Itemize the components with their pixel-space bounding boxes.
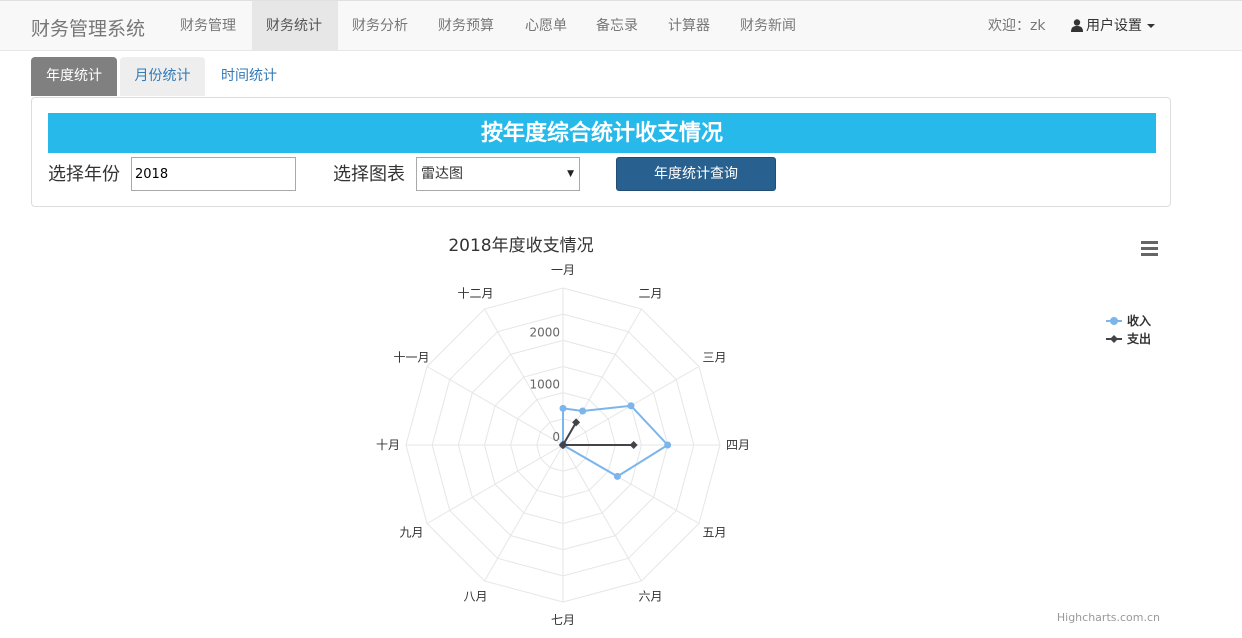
axis-label: 十一月 <box>393 351 429 365</box>
tab-month-statistics[interactable]: 月份统计 <box>120 57 205 96</box>
data-point <box>627 402 635 410</box>
series-line-expense <box>561 421 634 446</box>
chart-credit: Highcharts.com.cn <box>1057 611 1160 624</box>
nav-item-wishlist[interactable]: 心愿单 <box>511 1 581 51</box>
legend-label: 收入 <box>1127 313 1151 328</box>
nav-item-calculator[interactable]: 计算器 <box>654 1 724 51</box>
radar-chart: 2018年度收支情况一月二月三月四月五月六月七月 八月 九月 十月 十一月 十二月 0 100… <box>0 215 1242 638</box>
axis-label: 十月 <box>376 438 400 452</box>
chart-title: 2018年度收支情况 <box>448 236 593 256</box>
data-point <box>613 472 621 480</box>
tick-label: 2000 <box>529 325 560 339</box>
welcome-text: 欢迎：zk <box>988 18 1046 34</box>
user-settings-dropdown[interactable]: 用户设置 <box>1071 1 1155 51</box>
query-panel: 按年度综合统计收支情况 选择年份 选择图表 雷达图 ▼ 年度统计查询 <box>31 97 1171 207</box>
tab-time-statistics[interactable]: 时间统计 <box>207 57 291 96</box>
axis-label: 一月 <box>551 263 575 277</box>
tab-year-statistics[interactable]: 年度统计 <box>31 57 117 96</box>
year-input[interactable] <box>131 157 296 191</box>
axis-label: 六月 <box>638 590 662 604</box>
radar-chart-svg: 2018年度收支情况一月二月三月四月五月六月七月 八月 九月 十月 十一月 十二月 0 100… <box>376 236 1160 627</box>
panel-banner-title: 按年度综合统计收支情况 <box>48 113 1156 153</box>
grid-spoke <box>562 444 642 582</box>
axis-label: 九月 <box>399 526 423 540</box>
nav-item-finance-news[interactable]: 财务新闻 <box>726 1 810 51</box>
tick-label: 0 <box>552 430 560 444</box>
axis-label: 三月 <box>703 351 727 365</box>
user-settings-label: 用户设置 <box>1086 18 1142 34</box>
chart-type-label: 选择图表 <box>333 164 405 185</box>
hamburger-menu-icon[interactable] <box>1141 241 1158 256</box>
series-line-income <box>562 404 670 478</box>
nav-item-memo[interactable]: 备忘录 <box>582 1 652 51</box>
data-point <box>559 404 567 412</box>
axis-label: 八月 <box>463 590 487 604</box>
data-point <box>579 407 587 415</box>
axis-label: 五月 <box>703 526 727 540</box>
year-label: 选择年份 <box>48 164 120 185</box>
caret-down-icon <box>1147 24 1155 28</box>
year-query-button[interactable]: 年度统计查询 <box>616 157 776 191</box>
grid-spoke <box>426 444 564 524</box>
data-point <box>629 441 638 449</box>
data-point <box>559 441 567 449</box>
legend-label: 支出 <box>1126 331 1151 346</box>
legend-marker <box>1110 335 1118 343</box>
chart-type-select[interactable]: 雷达图 ▼ <box>416 157 580 191</box>
tick-label: 1000 <box>529 378 560 392</box>
axis-label: 七月 <box>551 613 575 627</box>
select-arrow-icon: ▼ <box>567 169 574 179</box>
top-navbar: 财务管理系统 财务管理 财务统计 财务分析 财务预算 心愿单 备忘录 计算器 财… <box>0 0 1242 51</box>
brand-title[interactable]: 财务管理系统 <box>31 14 145 41</box>
chart-type-selected-value: 雷达图 <box>421 166 463 182</box>
axis-label: 十二月 <box>457 286 493 300</box>
nav-item-finance-statistics[interactable]: 财务统计 <box>252 1 338 51</box>
person-icon <box>1071 3 1083 53</box>
legend-marker <box>1110 317 1118 325</box>
grid-spoke <box>484 444 564 582</box>
axis-label: 四月 <box>726 438 750 452</box>
axis-label: 二月 <box>638 286 662 300</box>
nav-item-finance-budget[interactable]: 财务预算 <box>424 1 508 51</box>
nav-item-finance-management[interactable]: 财务管理 <box>166 1 250 51</box>
data-point <box>664 441 672 449</box>
nav-item-finance-analysis[interactable]: 财务分析 <box>338 1 422 51</box>
